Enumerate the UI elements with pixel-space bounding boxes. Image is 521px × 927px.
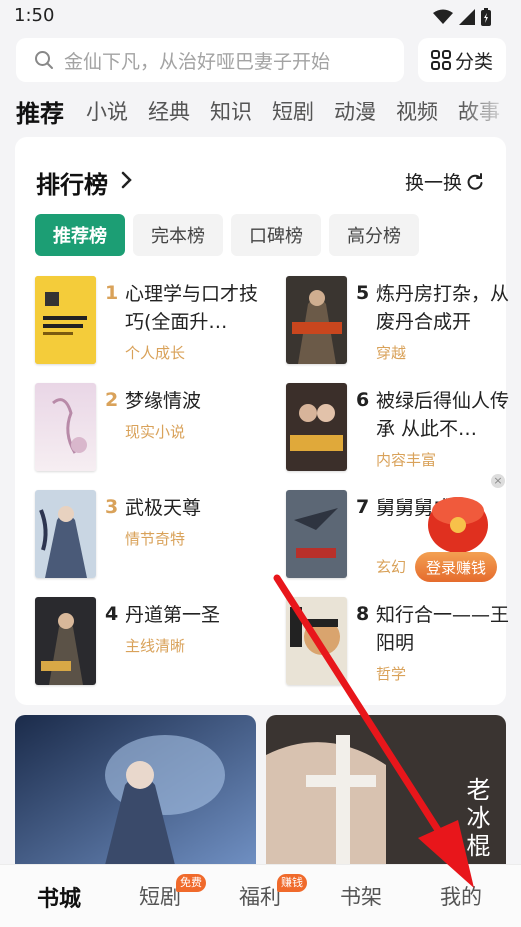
book-tag: 玄幻 — [376, 558, 407, 576]
book-cover — [35, 276, 96, 364]
tab-anime[interactable]: 动漫 — [334, 96, 376, 126]
search-placeholder: 金仙下凡，从治好哑巴妻子开始 — [64, 50, 331, 73]
book-title: 武极天尊 — [125, 497, 202, 519]
book-item[interactable]: 8 知行合一——王阳明 哲学 — [286, 597, 518, 689]
category-button[interactable]: 分类 — [418, 38, 506, 82]
book-title: 被绿后得仙人传承 从此不… — [376, 390, 510, 440]
book-title: 心理学与口才技巧(全面升… — [125, 283, 259, 333]
book-tag: 穿越 — [376, 344, 407, 362]
book-title: 炼丹房打杂，从废丹合成开 — [376, 283, 510, 333]
book-rank: 5 — [356, 282, 370, 304]
book-item[interactable]: 5 炼丹房打杂，从废丹合成开 穿越 — [286, 276, 518, 368]
ranking-tabs: 推荐榜 完本榜 口碑榜 高分榜 — [35, 214, 419, 256]
chevron-right-icon[interactable] — [119, 169, 133, 191]
signal-icon — [459, 9, 475, 25]
book-item[interactable]: 4 丹道第一圣 主线清晰 — [35, 597, 267, 689]
free-badge: 免费 — [176, 874, 206, 892]
book-item[interactable]: 6 被绿后得仙人传承 从此不… 内容丰富 — [286, 383, 518, 475]
book-tag: 现实小说 — [125, 423, 186, 441]
status-time: 1:50 — [14, 5, 55, 26]
tab-novel[interactable]: 小说 — [86, 96, 128, 126]
tab-knowledge[interactable]: 知识 — [210, 96, 252, 126]
tab-video[interactable]: 视频 — [396, 96, 438, 126]
battery-icon — [481, 8, 491, 26]
close-icon[interactable]: × — [491, 474, 505, 488]
banner-right[interactable]: 老冰棍 — [266, 715, 506, 865]
banner-right-text: 老冰棍 — [462, 777, 490, 861]
banner-left[interactable] — [15, 715, 256, 865]
book-tag: 个人成长 — [125, 344, 186, 362]
login-earn-button[interactable]: 登录赚钱 — [415, 552, 497, 582]
nav-bookshelf[interactable]: 书架 — [340, 881, 382, 911]
nav-mine[interactable]: 我的 — [440, 881, 482, 911]
book-cover — [35, 490, 96, 578]
book-rank: 8 — [356, 603, 370, 625]
bottom-nav: 书城 短剧 免费 福利 赚钱 书架 我的 — [0, 864, 521, 927]
grid-icon — [430, 50, 451, 70]
ranking-tab-recommend[interactable]: 推荐榜 — [35, 214, 125, 256]
book-item[interactable]: 1 心理学与口才技巧(全面升… 个人成长 — [35, 276, 267, 368]
tabs-fade — [461, 90, 521, 134]
book-rank: 6 — [356, 389, 370, 411]
book-cover — [286, 383, 347, 471]
top-tabs: 推荐 小说 经典 知识 短剧 动漫 视频 故事 — [16, 94, 520, 128]
book-rank: 4 — [105, 603, 119, 625]
book-tag: 情节奇特 — [125, 530, 186, 548]
tab-short-drama[interactable]: 短剧 — [272, 96, 314, 126]
book-cover — [286, 490, 347, 578]
book-tag: 内容丰富 — [376, 451, 437, 469]
book-item[interactable]: 2 梦缘情波 现实小说 — [35, 383, 267, 475]
search-input[interactable]: 金仙下凡，从治好哑巴妻子开始 — [16, 38, 404, 82]
ranking-tab-reputation[interactable]: 口碑榜 — [231, 214, 321, 256]
ranking-tab-complete[interactable]: 完本榜 — [133, 214, 223, 256]
book-tag: 哲学 — [376, 665, 407, 683]
tab-classic[interactable]: 经典 — [148, 96, 190, 126]
book-rank: 2 — [105, 389, 119, 411]
book-cover — [286, 276, 347, 364]
nav-short-drama[interactable]: 短剧 — [139, 881, 181, 911]
book-cover — [35, 597, 96, 685]
book-tag: 主线清晰 — [125, 637, 186, 655]
book-cover — [35, 383, 96, 471]
book-title: 梦缘情波 — [125, 390, 202, 412]
wifi-icon — [433, 9, 453, 24]
ranking-card: 排行榜 换一换 推荐榜 完本榜 口碑榜 高分榜 1 心理学与口才技巧(全面升… … — [15, 137, 509, 705]
book-cover — [286, 597, 347, 685]
search-icon — [35, 51, 53, 69]
ranking-tab-high-score[interactable]: 高分榜 — [329, 214, 419, 256]
nav-welfare[interactable]: 福利 — [239, 881, 281, 911]
ranking-title[interactable]: 排行榜 — [36, 165, 108, 200]
book-rank: 1 — [105, 282, 119, 304]
book-rank: 7 — [356, 496, 370, 518]
tab-recommend[interactable]: 推荐 — [16, 94, 64, 129]
book-rank: 3 — [105, 496, 119, 518]
red-envelope-icon — [428, 497, 488, 553]
earn-badge: 赚钱 — [277, 874, 307, 892]
login-promo[interactable]: × 登录赚钱 — [412, 474, 505, 587]
status-icons — [433, 8, 491, 26]
book-title: 丹道第一圣 — [125, 604, 221, 626]
book-item[interactable]: 3 武极天尊 情节奇特 — [35, 490, 267, 582]
nav-bookstore[interactable]: 书城 — [37, 881, 81, 913]
category-label: 分类 — [454, 50, 493, 73]
refresh-button[interactable]: 换一换 — [405, 168, 484, 195]
book-title: 知行合一——王阳明 — [376, 604, 510, 654]
refresh-icon — [467, 172, 483, 190]
status-bar: 1:50 — [0, 0, 521, 34]
refresh-label: 换一换 — [404, 172, 462, 194]
